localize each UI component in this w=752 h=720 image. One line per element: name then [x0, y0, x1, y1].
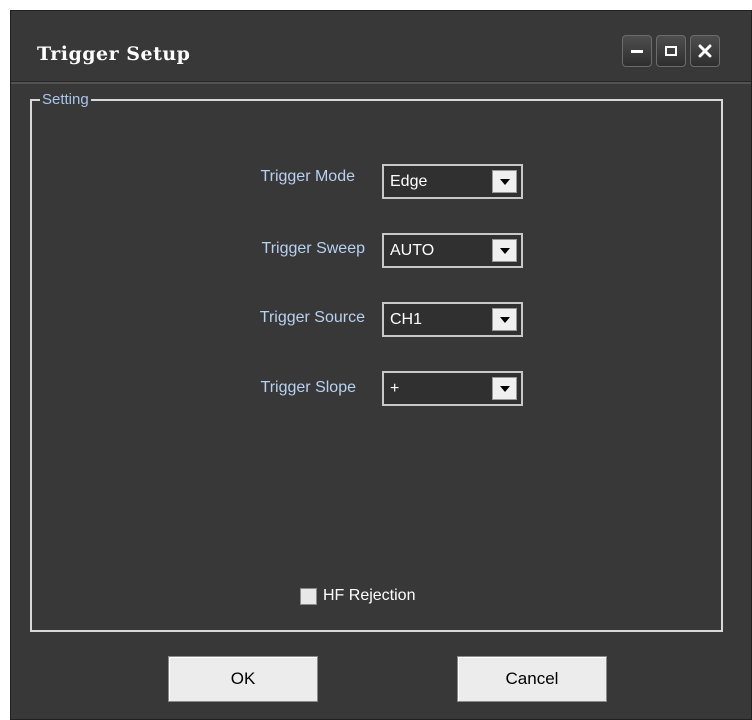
hf-rejection-checkbox[interactable] — [300, 587, 317, 605]
trigger-slope-value: + — [390, 380, 400, 397]
title-bar[interactable]: Trigger Setup — [11, 11, 751, 81]
trigger-source-select[interactable]: CH1 — [382, 302, 523, 337]
trigger-source-label: Trigger Source — [259, 309, 365, 326]
trigger-mode-label: Trigger Mode — [260, 168, 355, 185]
chevron-down-icon — [499, 178, 510, 185]
dropdown-arrow-button[interactable] — [492, 170, 517, 193]
trigger-sweep-select[interactable]: AUTO — [382, 233, 523, 268]
trigger-sweep-value: AUTO — [390, 242, 435, 259]
dropdown-arrow-button[interactable] — [492, 377, 517, 400]
window-title: Trigger Setup — [37, 43, 191, 65]
ok-button[interactable]: OK — [168, 656, 318, 702]
trigger-mode-select[interactable]: Edge — [382, 164, 523, 199]
maximize-button[interactable] — [656, 35, 686, 67]
hf-rejection-label: HF Rejection — [323, 587, 416, 604]
dropdown-arrow-button[interactable] — [492, 308, 517, 331]
minimize-icon — [631, 50, 643, 53]
setting-legend: Setting — [42, 91, 89, 108]
close-button[interactable] — [690, 35, 720, 67]
maximize-icon — [665, 46, 677, 56]
close-icon — [698, 44, 712, 58]
trigger-slope-label: Trigger Slope — [260, 379, 356, 396]
trigger-slope-select[interactable]: + — [382, 371, 523, 406]
setting-group: Setting — [30, 92, 723, 632]
chevron-down-icon — [499, 316, 510, 323]
title-divider — [11, 81, 751, 84]
chevron-down-icon — [499, 385, 510, 392]
hf-rejection-option[interactable]: HF Rejection — [300, 587, 415, 605]
cancel-button[interactable]: Cancel — [457, 656, 607, 702]
trigger-sweep-label: Trigger Sweep — [261, 240, 365, 257]
dropdown-arrow-button[interactable] — [492, 239, 517, 262]
trigger-source-value: CH1 — [390, 311, 423, 328]
minimize-button[interactable] — [622, 35, 652, 67]
chevron-down-icon — [499, 247, 510, 254]
trigger-mode-value: Edge — [390, 173, 428, 190]
